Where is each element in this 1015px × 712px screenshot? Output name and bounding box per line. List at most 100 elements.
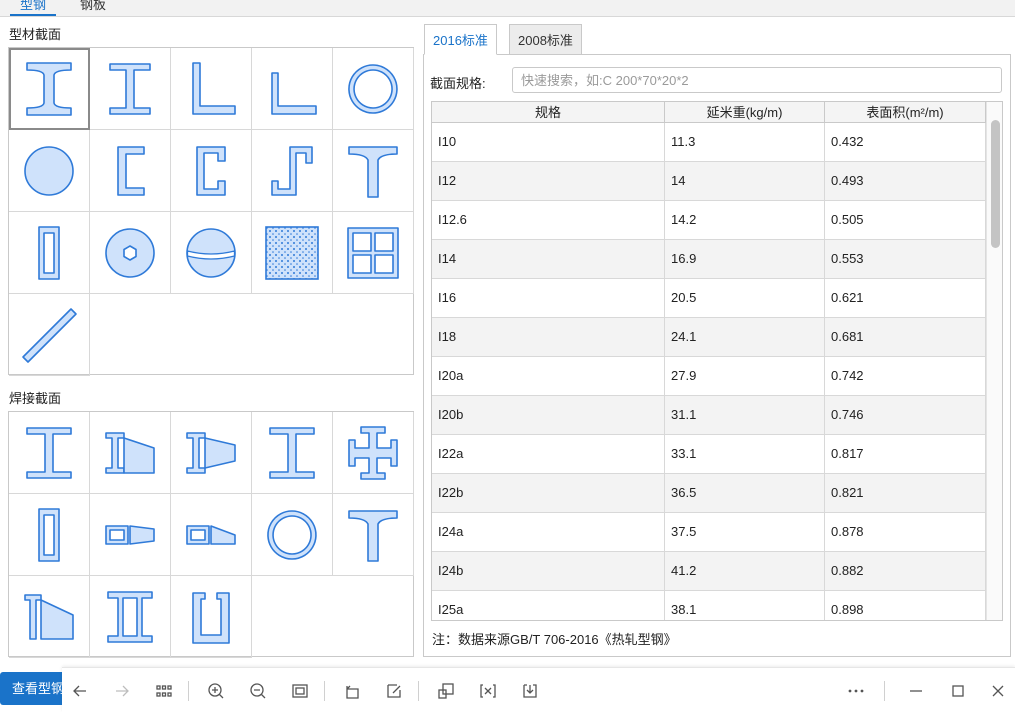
save-icon[interactable] xyxy=(518,679,542,703)
shape-equal-angle[interactable] xyxy=(171,48,252,130)
cell-spec: I20a xyxy=(432,357,665,395)
minimize-icon[interactable] xyxy=(904,679,928,703)
table-row[interactable]: I20b 31.1 0.746 xyxy=(432,396,986,435)
table-row[interactable]: I14 16.9 0.553 xyxy=(432,240,986,279)
h-beam-icon xyxy=(109,62,151,115)
toolbar-divider xyxy=(418,681,419,701)
shape-c-section[interactable] xyxy=(171,130,252,212)
shape-split-round[interactable] xyxy=(171,212,252,294)
tab-steel-plate[interactable]: 钢板 xyxy=(70,0,116,16)
welded-section-title: 焊接截面 xyxy=(9,391,62,406)
shape-welded-tapered-box[interactable] xyxy=(90,494,171,576)
shape-channel[interactable] xyxy=(90,130,171,212)
scrollbar-thumb[interactable] xyxy=(991,120,1000,248)
back-icon[interactable] xyxy=(68,679,92,703)
shape-welded-pipe[interactable] xyxy=(252,494,333,576)
cell-area: 0.505 xyxy=(825,201,986,239)
table-row[interactable]: I16 20.5 0.621 xyxy=(432,279,986,318)
shape-rect-tube[interactable] xyxy=(9,212,90,294)
i-beam-icon xyxy=(26,61,72,116)
tab-steel-section[interactable]: 型钢 xyxy=(10,0,57,16)
pipe-icon xyxy=(348,63,398,114)
shape-welded-box[interactable] xyxy=(9,494,90,576)
table-row[interactable]: I10 11.3 0.432 xyxy=(432,123,986,162)
shape-welded-u[interactable] xyxy=(171,576,252,658)
screenshot-icon[interactable] xyxy=(434,679,458,703)
shape-flat-bar[interactable] xyxy=(9,294,90,376)
multi-cell-box-icon xyxy=(347,226,399,279)
search-input[interactable] xyxy=(512,67,1002,93)
cell-spec: I24b xyxy=(432,552,665,590)
formula-icon[interactable] xyxy=(476,679,500,703)
forward-icon[interactable] xyxy=(110,679,134,703)
shape-welded-tapered-box-2[interactable] xyxy=(171,494,252,576)
zoom-in-icon[interactable] xyxy=(204,679,228,703)
table-scrollbar[interactable] xyxy=(986,102,1002,620)
cell-area: 0.553 xyxy=(825,240,986,278)
shape-z-section[interactable] xyxy=(252,130,333,212)
shape-hex-hole-round[interactable] xyxy=(90,212,171,294)
shape-multi-cell-box[interactable] xyxy=(333,212,414,294)
shape-welded-i-beam[interactable] xyxy=(9,412,90,494)
cell-weight: 36.5 xyxy=(665,474,825,512)
column-header-spec[interactable]: 规格 xyxy=(432,102,665,123)
table-row[interactable]: I24b 41.2 0.882 xyxy=(432,552,986,591)
cell-area: 0.746 xyxy=(825,396,986,434)
cell-spec: I12.6 xyxy=(432,201,665,239)
welded-tapered-box-icon xyxy=(105,524,155,545)
welded-cross-icon xyxy=(348,425,398,480)
cell-area: 0.882 xyxy=(825,552,986,590)
column-header-area[interactable]: 表面积(m²/m) xyxy=(825,102,986,123)
shape-h-beam[interactable] xyxy=(90,48,171,130)
table-row[interactable]: I25a 38.1 0.898 xyxy=(432,591,986,620)
view-section-button[interactable]: 查看型钢 xyxy=(0,672,70,705)
shape-welded-t[interactable] xyxy=(333,494,414,576)
tab-standard-2016[interactable]: 2016标准 xyxy=(424,24,497,55)
shape-welded-tapered-i[interactable] xyxy=(90,412,171,494)
shape-welded-tapered-t[interactable] xyxy=(9,576,90,658)
table-row[interactable]: I12.6 14.2 0.505 xyxy=(432,201,986,240)
cell-weight: 41.2 xyxy=(665,552,825,590)
flat-bar-icon xyxy=(22,307,77,363)
edit-icon[interactable] xyxy=(382,679,406,703)
table-row[interactable]: I18 24.1 0.681 xyxy=(432,318,986,357)
table-row[interactable]: I12 14 0.493 xyxy=(432,162,986,201)
shape-welded-double-web[interactable] xyxy=(90,576,171,658)
table-row[interactable]: I22b 36.5 0.821 xyxy=(432,474,986,513)
unequal-angle-icon xyxy=(271,71,317,115)
more-icon[interactable] xyxy=(844,679,868,703)
shape-concrete-fill[interactable] xyxy=(252,212,333,294)
shape-welded-cross[interactable] xyxy=(333,412,414,494)
shape-welded-tapered-i-2[interactable] xyxy=(171,412,252,494)
tab-standard-2008[interactable]: 2008标准 xyxy=(509,24,582,55)
grid-icon[interactable] xyxy=(152,679,176,703)
zoom-out-icon[interactable] xyxy=(246,679,270,703)
welded-pipe-icon xyxy=(267,509,317,560)
welded-tapered-box-2-icon xyxy=(186,524,236,545)
table-row[interactable]: I20a 27.9 0.742 xyxy=(432,357,986,396)
table-header: 规格 延米重(kg/m) 表面积(m²/m) xyxy=(432,102,986,123)
rotate-icon[interactable] xyxy=(340,679,364,703)
welded-t-icon xyxy=(348,509,398,562)
shape-t-section[interactable] xyxy=(333,130,414,212)
welded-h-beam-icon xyxy=(269,426,315,479)
maximize-icon[interactable] xyxy=(946,679,970,703)
cell-spec: I18 xyxy=(432,318,665,356)
cell-spec: I25a xyxy=(432,591,665,620)
cell-weight: 27.9 xyxy=(665,357,825,395)
column-header-weight[interactable]: 延米重(kg/m) xyxy=(665,102,825,123)
welded-tapered-t-icon xyxy=(24,593,74,640)
shape-welded-h-beam[interactable] xyxy=(252,412,333,494)
shape-pipe[interactable] xyxy=(333,48,414,130)
fit-screen-icon[interactable] xyxy=(288,679,312,703)
close-icon[interactable] xyxy=(986,679,1010,703)
shape-i-beam[interactable] xyxy=(9,48,90,130)
table-row[interactable]: I24a 37.5 0.878 xyxy=(432,513,986,552)
table-row[interactable]: I22a 33.1 0.817 xyxy=(432,435,986,474)
profile-shape-grid xyxy=(8,47,414,376)
shape-round-bar[interactable] xyxy=(9,130,90,212)
cell-area: 0.432 xyxy=(825,123,986,161)
welded-shape-grid xyxy=(8,411,414,658)
cell-weight: 16.9 xyxy=(665,240,825,278)
shape-unequal-angle[interactable] xyxy=(252,48,333,130)
